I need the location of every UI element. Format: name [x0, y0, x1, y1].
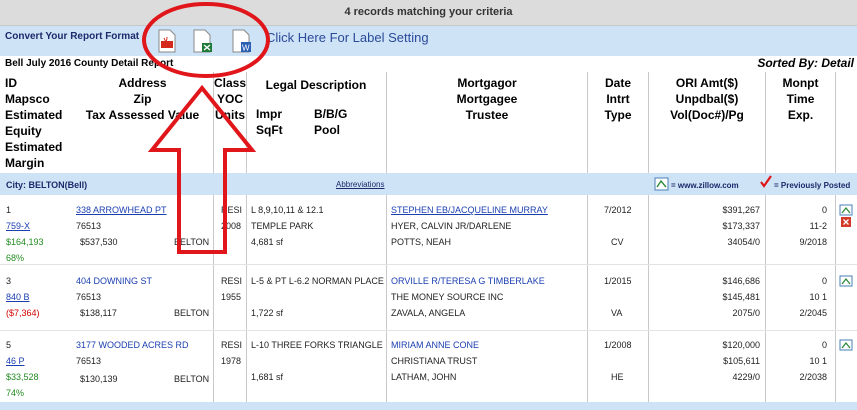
annotation-overlay: [142, 2, 270, 254]
annotation-circle: [142, 2, 270, 78]
annotation-arrow: [147, 84, 257, 254]
